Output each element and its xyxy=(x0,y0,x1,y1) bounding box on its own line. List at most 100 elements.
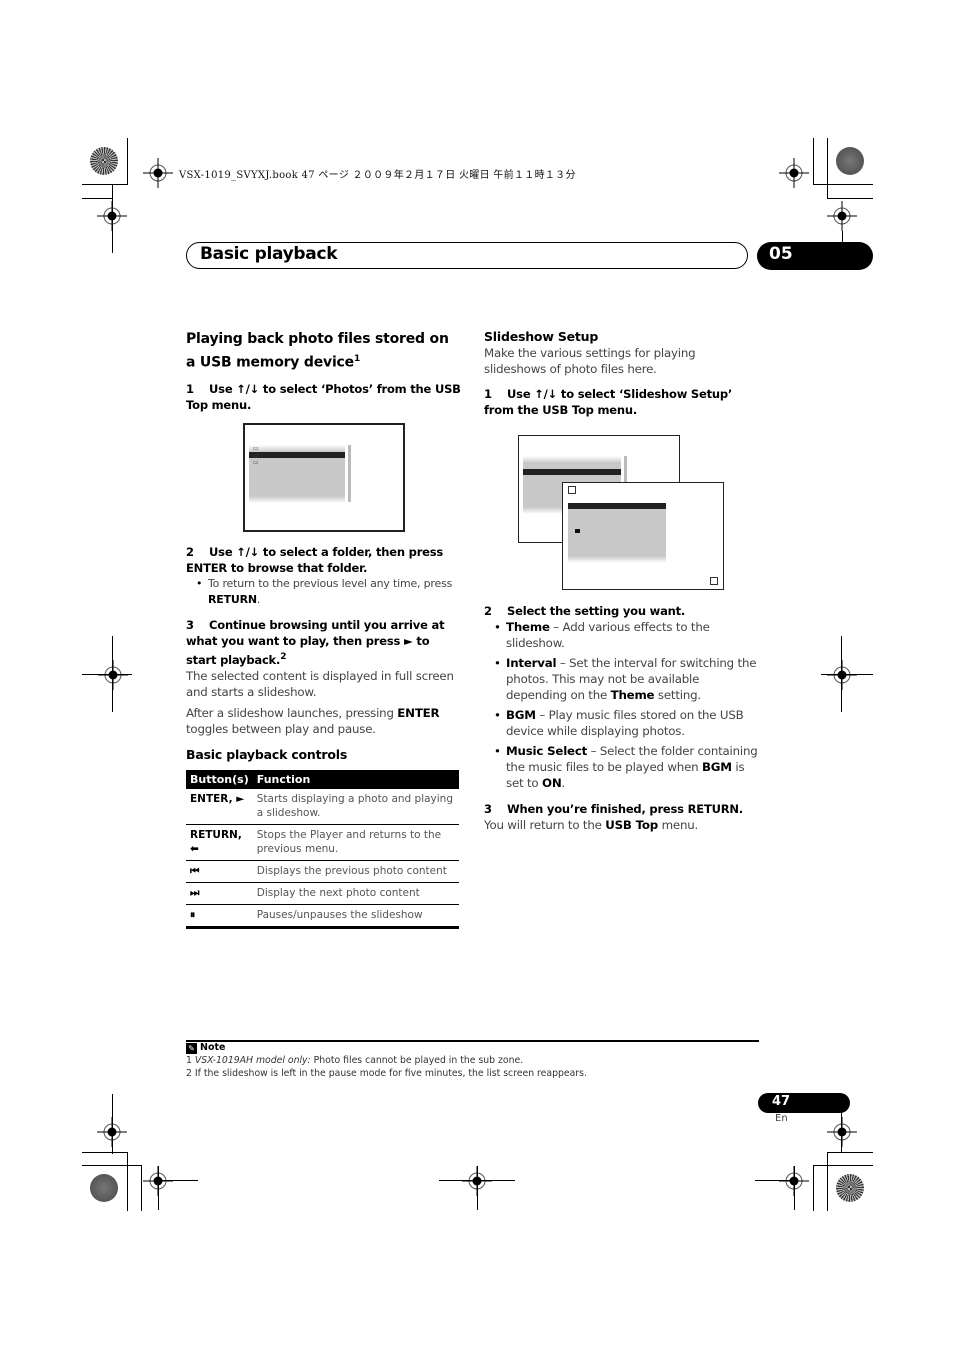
step-number: 3 xyxy=(484,802,492,816)
print-header: VSX-1019_SVYXJ.book 47 ページ ２００９年２月１７日 火曜… xyxy=(179,170,576,181)
slideshow-setup-screen xyxy=(562,482,724,590)
scrollbar xyxy=(348,445,351,502)
crop-line xyxy=(82,184,128,185)
color-target-icon xyxy=(90,1174,118,1202)
crop-line xyxy=(82,674,132,675)
paragraph: After a slideshow launches, pressing ENT… xyxy=(186,705,462,737)
menu-selected-row xyxy=(523,469,621,475)
step-text: Use xyxy=(209,545,237,559)
step-number: 1 xyxy=(484,387,492,401)
crop-line xyxy=(755,1180,795,1181)
up-down-arrow-icon: ↑/↓ xyxy=(236,381,260,396)
color-target-icon xyxy=(90,147,118,175)
next-icon: ⏭ xyxy=(186,882,253,905)
bullet-term: Interval xyxy=(506,656,557,670)
note-title: ✎ Note xyxy=(186,1042,225,1054)
screen-icon xyxy=(568,486,576,494)
bullet-interval: Interval – Set the interval for switchin… xyxy=(484,655,760,703)
step-3: 3 When you’re finished, press RETURN. xyxy=(484,801,760,817)
function-cell: Displays the previous photo content xyxy=(252,860,459,883)
bullet-term: BGM xyxy=(506,708,536,722)
step-3: 3 Continue browsing until you arrive at … xyxy=(186,617,462,668)
bullet-term: Theme xyxy=(506,620,550,634)
crop-line xyxy=(813,1165,873,1166)
left-column: Playing back photo files stored on a USB… xyxy=(186,329,462,413)
step-text: Use xyxy=(507,387,535,401)
step-text: Use xyxy=(209,381,237,396)
usb-top-menu-screen: ▭ ▭ ▭ xyxy=(243,423,405,532)
footnote-text: If the slideshow is left in the pause mo… xyxy=(194,1068,587,1079)
footnote-ref[interactable]: 2 xyxy=(280,652,286,662)
bullet-bold: ON xyxy=(541,776,562,790)
crop-line xyxy=(82,1165,142,1166)
crop-line xyxy=(827,138,828,199)
table-row: ⏮ Displays the previous photo content xyxy=(186,860,459,883)
color-target-icon xyxy=(836,1174,864,1202)
bullet-text: . xyxy=(256,593,261,606)
chapter-title: Basic playback xyxy=(200,244,338,264)
step-1: 1 Use ↑/↓ to select ‘Photos’ from the US… xyxy=(186,381,462,413)
bullet-bold: BGM xyxy=(701,760,732,774)
crop-line xyxy=(813,138,814,185)
chapter-number: 05 xyxy=(757,242,873,270)
table-header-row: Button(s) Function xyxy=(186,769,459,789)
step-2-bullet: To return to the previous level any time… xyxy=(186,576,462,608)
column-header: Function xyxy=(252,769,459,789)
para-text: menu. xyxy=(658,818,699,832)
step-number: 2 xyxy=(484,604,492,618)
screen-icon xyxy=(710,577,718,585)
step-text: Continue browsing until you arrive at wh… xyxy=(186,618,445,667)
button-cell: RETURN, ⬅ xyxy=(186,824,253,861)
step-text: When you’re finished, press RETURN. xyxy=(507,802,743,816)
menu-icons: ▭ ▭ ▭ xyxy=(253,445,259,466)
page-number: 47 xyxy=(758,1093,850,1113)
controls-table: Button(s) Function ENTER, ► Starts displa… xyxy=(186,769,459,929)
footnote-number: 1 xyxy=(186,1055,192,1066)
bullet-term: Music Select xyxy=(506,744,588,758)
button-cell: ENTER, ► xyxy=(186,788,253,825)
section-title-text: Playing back photo files stored on a USB… xyxy=(186,331,449,371)
step-1: 1 Use ↑/↓ to select ‘Slideshow Setup’ fr… xyxy=(484,386,760,418)
footnote-1: 1 VSX-1019AH model only: Photo files can… xyxy=(186,1055,523,1066)
crop-line xyxy=(127,138,128,185)
bullet-music-select: Music Select – Select the folder contain… xyxy=(484,743,760,791)
registration-mark-icon xyxy=(143,158,173,188)
settings-list xyxy=(568,503,666,563)
bullet-bold: Theme xyxy=(610,688,655,702)
page-language: En xyxy=(775,1113,788,1124)
crop-line xyxy=(82,1152,128,1153)
step-2: 2 Select the setting you want. xyxy=(484,603,760,619)
menu-selected-row xyxy=(249,452,345,458)
footnote-text: Photo files cannot be played in the sub … xyxy=(310,1055,524,1066)
table-row: ⏸ Pauses/unpauses the slideshow xyxy=(186,904,459,929)
up-down-arrow-icon: ↑/↓ xyxy=(236,545,260,559)
crop-line xyxy=(813,1165,814,1211)
para-bold: ENTER xyxy=(397,705,440,720)
table-row: RETURN, ⬅ Stops the Player and returns to… xyxy=(186,824,459,861)
right-column: Slideshow Setup Make the various setting… xyxy=(484,329,760,418)
step-number: 3 xyxy=(186,618,194,632)
controls-title: Basic playback controls xyxy=(186,746,348,762)
note-title-text: Note xyxy=(200,1042,226,1053)
registration-mark-icon xyxy=(827,1117,857,1147)
note-divider xyxy=(186,1040,759,1042)
registration-mark-icon xyxy=(98,660,128,690)
function-cell: Starts displaying a photo and playing a … xyxy=(252,788,459,825)
pause-icon: ⏸ xyxy=(186,904,253,929)
crop-line xyxy=(141,1165,142,1211)
crop-line xyxy=(158,1180,198,1181)
crop-line xyxy=(841,1113,842,1153)
para-text: After a slideshow launches, pressing xyxy=(186,705,398,720)
crop-line xyxy=(813,184,873,185)
previous-icon: ⏮ xyxy=(186,860,253,883)
step-number: 2 xyxy=(186,545,194,559)
intro-paragraph: Make the various settings for playing sl… xyxy=(484,346,696,376)
bullet-text: To return to the previous level any time… xyxy=(208,577,453,590)
paragraph: The selected content is displayed in ful… xyxy=(186,668,454,699)
bullet-bgm: BGM – Play music files stored on the USB… xyxy=(484,707,760,739)
footnote-ref[interactable]: 1 xyxy=(354,354,360,364)
footnote-number: 2 xyxy=(186,1068,192,1079)
step-number: 1 xyxy=(186,381,194,396)
crop-line xyxy=(827,198,873,199)
bullet-desc: – Play music files stored on the USB dev… xyxy=(506,708,744,738)
